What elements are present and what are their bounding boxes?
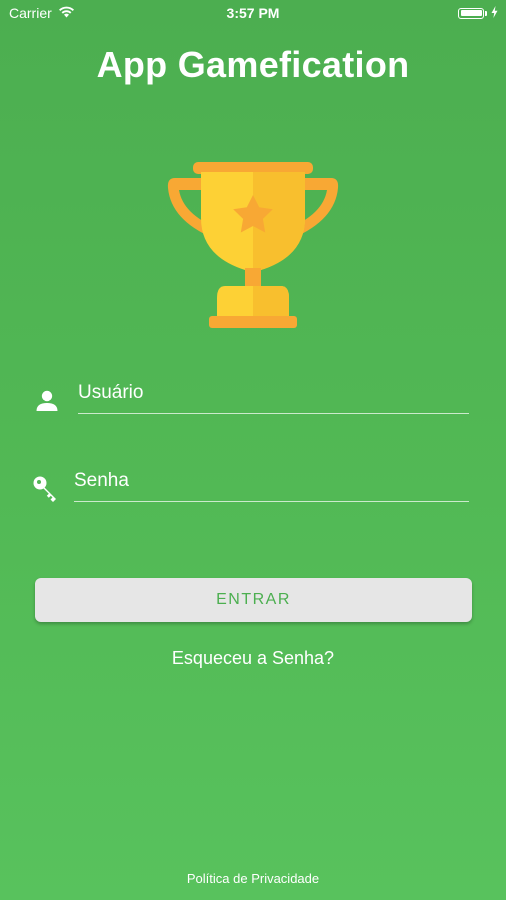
password-underline — [74, 501, 469, 502]
battery-icon — [458, 7, 484, 19]
key-icon — [32, 475, 58, 502]
username-field-group — [0, 370, 506, 420]
status-right — [458, 5, 498, 21]
password-input[interactable] — [74, 468, 468, 494]
user-icon — [34, 387, 60, 413]
forgot-password-link[interactable]: Esqueceu a Senha? — [0, 648, 506, 669]
login-button[interactable]: ENTRAR — [35, 578, 472, 622]
status-bar: Carrier 3:57 PM — [0, 0, 506, 28]
username-underline — [78, 413, 469, 414]
password-field-group — [0, 458, 506, 508]
login-button-label: ENTRAR — [216, 591, 291, 608]
trophy-icon — [165, 158, 341, 334]
username-input[interactable] — [78, 380, 468, 406]
app-title: App Gamefication — [96, 44, 410, 85]
privacy-policy-link[interactable]: Política de Privacidade — [0, 871, 506, 886]
status-time: 3:57 PM — [226, 5, 280, 21]
charging-bolt-icon — [491, 5, 498, 21]
login-screen: Carrier 3:57 PM App Gamefication Usuário… — [0, 0, 506, 900]
battery-tip — [485, 10, 487, 16]
